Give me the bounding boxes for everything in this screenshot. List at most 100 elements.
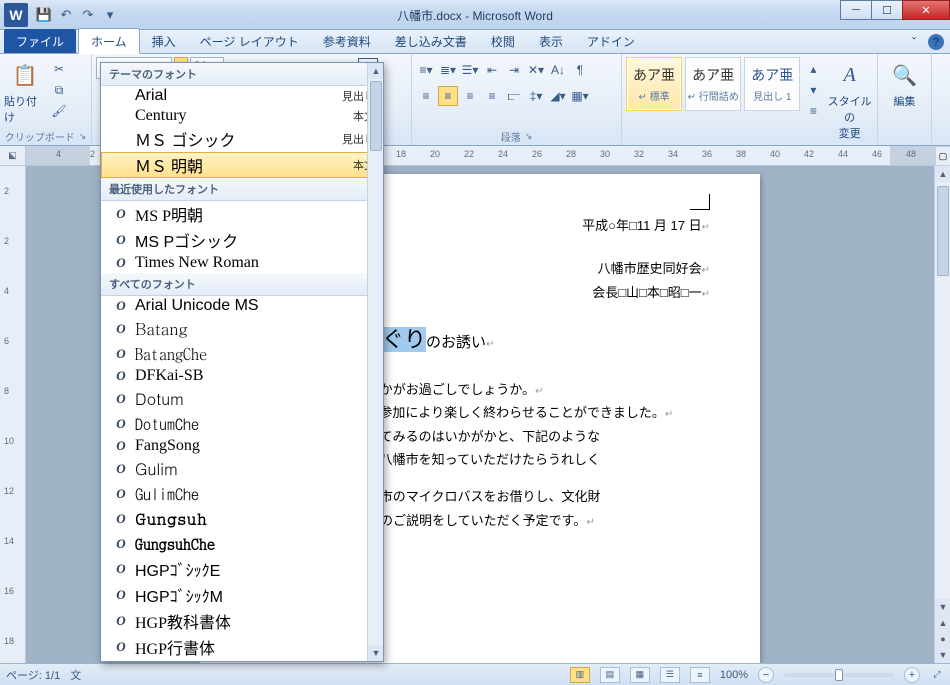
bullets-icon[interactable]: ≡▾ xyxy=(416,60,436,80)
font-scroll-thumb[interactable] xyxy=(370,81,382,151)
close-button[interactable]: ✕ xyxy=(902,0,950,20)
font-option[interactable]: OGungsuhChe xyxy=(101,531,383,556)
font-scroll-down-icon[interactable]: ▼ xyxy=(368,645,384,661)
prev-page-icon[interactable]: ▲ xyxy=(935,615,950,631)
font-option[interactable]: OHGP行書体 xyxy=(101,634,383,660)
format-painter-icon[interactable]: 🖌 xyxy=(49,101,69,121)
tab-view[interactable]: 表示 xyxy=(527,29,575,53)
decrease-indent-icon[interactable]: ⇤ xyxy=(482,60,502,80)
asian-layout-icon[interactable]: ✕▾ xyxy=(526,60,546,80)
style-name: 見出し 1 xyxy=(753,88,791,103)
font-option[interactable]: ＭＳ 明朝本文 xyxy=(101,152,383,178)
font-option[interactable]: Century本文 xyxy=(101,106,383,126)
ruler-toggle-icon[interactable]: ▢ xyxy=(935,146,950,166)
styles-down-icon[interactable]: ▾ xyxy=(803,80,823,100)
styles-more-icon[interactable]: ≡ xyxy=(803,101,823,121)
font-option[interactable]: ODotumChe xyxy=(101,411,383,436)
undo-icon[interactable]: ↶ xyxy=(56,5,76,25)
font-option[interactable]: OGulimChe xyxy=(101,481,383,506)
font-scroll-up-icon[interactable]: ▲ xyxy=(368,63,384,79)
clipboard-launcher-icon[interactable]: ↘ xyxy=(79,131,87,142)
help-icon[interactable]: ? xyxy=(928,34,944,50)
vertical-scrollbar[interactable]: ▢ ▲ ▼ ▲ ● ▼ xyxy=(934,166,950,663)
font-option[interactable]: OHGPｺﾞｼｯｸE xyxy=(101,556,383,582)
font-option[interactable]: OHGP教科書体 xyxy=(101,608,383,634)
tab-mailings[interactable]: 差し込み文書 xyxy=(383,29,479,53)
view-fullscreen-icon[interactable]: ▤ xyxy=(600,667,620,683)
tab-home[interactable]: ホーム xyxy=(78,28,140,54)
status-wordcount[interactable]: 文 xyxy=(70,667,81,683)
minimize-button[interactable]: ─ xyxy=(840,0,872,20)
style-no-spacing[interactable]: あア亜 ↵ 行間詰め xyxy=(685,57,741,111)
tab-review[interactable]: 校閲 xyxy=(479,29,527,53)
tab-insert[interactable]: 挿入 xyxy=(140,29,188,53)
scroll-down-icon[interactable]: ▼ xyxy=(935,599,950,615)
style-normal[interactable]: あア亜 ↵ 標準 xyxy=(626,57,682,111)
maximize-button[interactable]: ☐ xyxy=(871,0,903,20)
zoom-out-icon[interactable]: − xyxy=(758,667,774,683)
tab-references[interactable]: 参考資料 xyxy=(311,29,383,53)
font-option[interactable]: ODFKai-SB xyxy=(101,366,383,386)
font-option[interactable]: OMS P明朝 xyxy=(101,201,383,227)
zoom-slider[interactable] xyxy=(784,673,894,677)
view-print-layout-icon[interactable]: ▥ xyxy=(570,667,590,683)
tab-page-layout[interactable]: ページ レイアウト xyxy=(188,29,311,53)
shading-icon[interactable]: ◢▾ xyxy=(548,86,568,106)
zoom-level[interactable]: 100% xyxy=(720,669,748,681)
cut-icon[interactable]: ✂ xyxy=(49,59,69,79)
tab-file[interactable]: ファイル xyxy=(4,29,76,53)
change-styles-button[interactable]: A スタイルの 変更 xyxy=(826,57,873,141)
style-heading1[interactable]: あア亜 見出し 1 xyxy=(744,57,800,111)
zoom-fit-icon[interactable]: ⤢ xyxy=(930,667,944,683)
font-name: DFKai-SB xyxy=(135,367,375,385)
distribute-icon[interactable]: ⫍ xyxy=(504,86,524,106)
font-option[interactable]: OHGPｺﾞｼｯｸM xyxy=(101,582,383,608)
scroll-thumb[interactable] xyxy=(937,186,949,276)
sort-icon[interactable]: A↓ xyxy=(548,60,568,80)
view-web-icon[interactable]: ▦ xyxy=(630,667,650,683)
font-option[interactable]: ＭＳ ゴシック見出し xyxy=(101,126,383,152)
multilevel-icon[interactable]: ☰▾ xyxy=(460,60,480,80)
align-left-icon[interactable]: ≡ xyxy=(416,86,436,106)
styles-up-icon[interactable]: ▴ xyxy=(803,59,823,79)
browse-object-icon[interactable]: ● xyxy=(935,631,950,647)
find-button[interactable]: 🔍 編集 xyxy=(883,57,927,109)
font-option[interactable]: OArial Unicode MS xyxy=(101,296,383,316)
view-outline-icon[interactable]: ☰ xyxy=(660,667,680,683)
align-right-icon[interactable]: ≡ xyxy=(460,86,480,106)
font-option[interactable]: OBatang xyxy=(101,316,383,341)
save-icon[interactable]: 💾 xyxy=(34,5,54,25)
font-option[interactable]: OTimes New Roman xyxy=(101,253,383,273)
increase-indent-icon[interactable]: ⇥ xyxy=(504,60,524,80)
redo-icon[interactable]: ↷ xyxy=(78,5,98,25)
font-option[interactable]: OFangSong xyxy=(101,436,383,456)
zoom-knob[interactable] xyxy=(835,669,843,681)
font-option[interactable]: OBatangChe xyxy=(101,341,383,366)
minimize-ribbon-icon[interactable]: ˇ xyxy=(906,34,922,50)
view-draft-icon[interactable]: ≡ xyxy=(690,667,710,683)
font-option[interactable]: ODotum xyxy=(101,386,383,411)
paste-button[interactable]: 📋 貼り付け xyxy=(4,57,46,125)
group-clipboard: 📋 貼り付け ✂ ⧉ 🖌 クリップボード↘ xyxy=(0,54,92,145)
line-spacing-icon[interactable]: ‡▾ xyxy=(526,86,546,106)
tab-addins[interactable]: アドイン xyxy=(575,29,647,53)
qat-more-icon[interactable]: ▾ xyxy=(100,5,120,25)
paragraph-launcher-icon[interactable]: ↘ xyxy=(525,131,533,142)
next-page-icon[interactable]: ▼ xyxy=(935,647,950,663)
font-option[interactable]: OGulim xyxy=(101,456,383,481)
zoom-in-icon[interactable]: + xyxy=(904,667,920,683)
vertical-ruler[interactable]: 224681012141618 xyxy=(0,166,26,663)
align-center-icon[interactable]: ≡ xyxy=(438,86,458,106)
font-option[interactable]: Arial見出し xyxy=(101,86,383,106)
font-option[interactable]: OMS Pゴシック xyxy=(101,227,383,253)
justify-icon[interactable]: ≡ xyxy=(482,86,502,106)
copy-icon[interactable]: ⧉ xyxy=(49,80,69,100)
show-marks-icon[interactable]: ¶ xyxy=(570,60,590,80)
borders-icon[interactable]: ▦▾ xyxy=(570,86,590,106)
numbering-icon[interactable]: ≣▾ xyxy=(438,60,458,80)
ruler-corner[interactable]: ⬕ xyxy=(0,146,26,166)
scroll-up-icon[interactable]: ▲ xyxy=(935,166,950,182)
font-dropdown-scrollbar[interactable]: ▲ ▼ xyxy=(367,63,383,661)
font-option[interactable]: OGungsuh xyxy=(101,506,383,531)
status-page[interactable]: ページ: 1/1 xyxy=(6,667,60,683)
